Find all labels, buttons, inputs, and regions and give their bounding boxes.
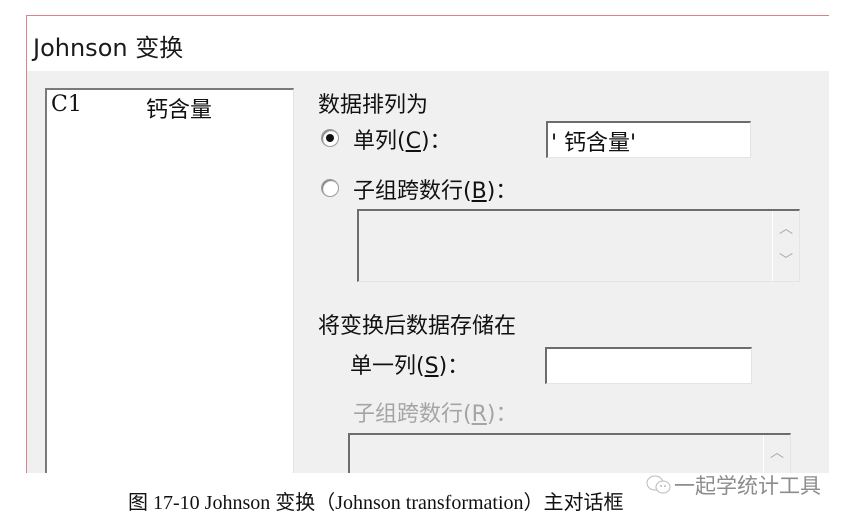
johnson-transform-dialog: Johnson 变换 C1 钙含量 数据排列为 单列(C)： ' 钙含量' 子组… xyxy=(26,15,829,496)
store-single-column-input[interactable] xyxy=(545,347,752,384)
chevron-up-icon[interactable]: ︿ xyxy=(779,222,793,236)
store-subgroups-label: 子组跨数行(R)： xyxy=(353,402,518,427)
watermark-text: 一起学统计工具 xyxy=(674,474,821,498)
dialog-title: Johnson 变换 xyxy=(33,34,184,62)
variable-list[interactable]: C1 钙含量 xyxy=(45,88,294,480)
store-heading: 将变换后数据存储在 xyxy=(318,314,517,339)
single-column-value: ' 钙含量' xyxy=(551,131,637,156)
variable-column-id: C1 xyxy=(51,92,82,117)
wechat-icon xyxy=(646,475,671,494)
store-single-column-label: 单一列(S)： xyxy=(350,354,470,379)
dialog-body: C1 钙含量 数据排列为 单列(C)： ' 钙含量' 子组跨数行(B)： ︿ ﹀… xyxy=(27,71,829,496)
scrollbar[interactable]: ︿ ﹀ xyxy=(772,211,799,281)
chevron-down-icon[interactable]: ﹀ xyxy=(779,254,793,268)
variable-column-name: 钙含量 xyxy=(146,98,213,123)
single-column-radio[interactable] xyxy=(321,129,339,147)
figure-caption: 图 17-10 Johnson 变换（Johnson transformatio… xyxy=(128,492,624,514)
subgroups-across-rows-input[interactable]: ︿ ﹀ xyxy=(357,209,800,282)
variable-list-item[interactable]: C1 钙含量 xyxy=(51,92,212,123)
single-column-input[interactable]: ' 钙含量' xyxy=(546,121,751,158)
chevron-up-icon[interactable]: ︿ xyxy=(770,446,784,460)
single-column-label: 单列(C)： xyxy=(353,129,452,154)
subgroups-across-rows-label: 子组跨数行(B)： xyxy=(353,179,518,204)
radio-selected-dot xyxy=(326,134,334,142)
data-arrangement-heading: 数据排列为 xyxy=(318,93,429,118)
subgroups-across-rows-radio[interactable] xyxy=(321,179,339,197)
